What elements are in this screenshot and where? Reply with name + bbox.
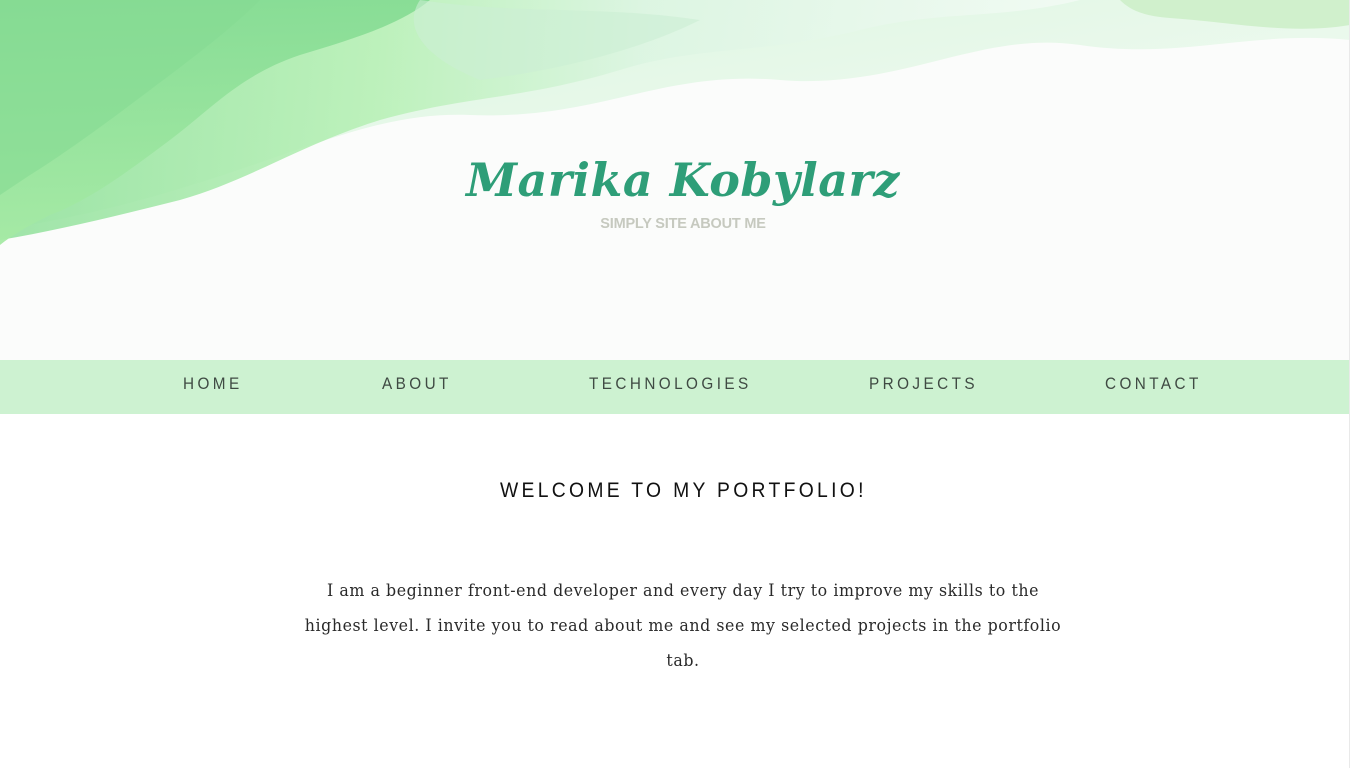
intro-paragraph-text: I am a beginner front-end developer and …: [304, 581, 1062, 671]
nav-item-projects[interactable]: PROJECTS: [869, 360, 978, 414]
site-title: Marika Kobylarz: [466, 153, 900, 207]
welcome-heading: WELCOME TO MY PORTFOLIO!: [0, 476, 1350, 506]
page: Marika Kobylarz SIMPLY SITE ABOUT ME HOM…: [0, 0, 1350, 768]
main-content: WELCOME TO MY PORTFOLIO! I am a beginner…: [0, 414, 1350, 768]
site-tagline: SIMPLY SITE ABOUT ME: [600, 216, 766, 232]
nav-item-home[interactable]: HOME: [183, 360, 243, 414]
nav-item-about[interactable]: ABOUT: [382, 360, 452, 414]
nav-item-technologies[interactable]: TECHNOLOGIES: [589, 360, 752, 414]
nav-item-contact[interactable]: CONTACT: [1105, 360, 1202, 414]
header-hero: Marika Kobylarz SIMPLY SITE ABOUT ME: [0, 0, 1350, 360]
welcome-heading-text: WELCOME TO MY PORTFOLIO!: [499, 479, 867, 502]
main-navigation: HOME ABOUT TECHNOLOGIES PROJECTS CONTACT: [0, 360, 1350, 414]
intro-paragraph: I am a beginner front-end developer and …: [273, 574, 1093, 679]
site-brand: Marika Kobylarz SIMPLY SITE ABOUT ME: [0, 148, 1350, 234]
